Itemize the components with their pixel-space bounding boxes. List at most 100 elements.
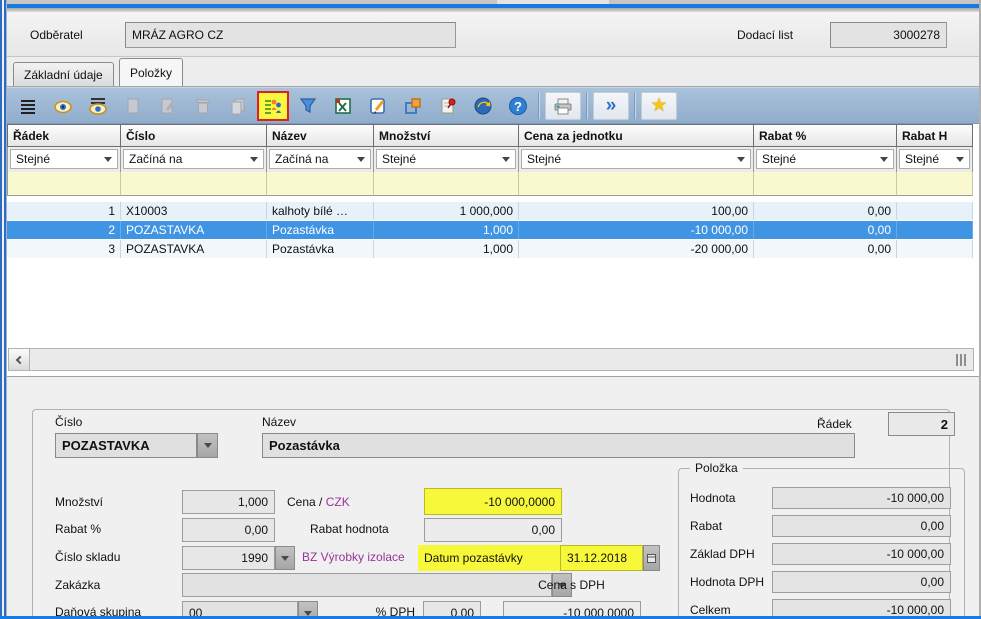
doc-number-field[interactable]: 3000278 bbox=[830, 22, 947, 48]
preview-eye-icon[interactable] bbox=[48, 92, 78, 120]
cell-rabat-h bbox=[897, 221, 973, 239]
tab-items[interactable]: Položky bbox=[119, 58, 183, 86]
list-view-icon[interactable] bbox=[13, 92, 43, 120]
preview-lines-eye-icon[interactable] bbox=[83, 92, 113, 120]
col-header[interactable]: Řádek bbox=[7, 124, 121, 147]
filter-operator-select[interactable]: Stejné bbox=[521, 149, 751, 169]
window-top-edge bbox=[0, 0, 981, 12]
cell-cena: -10 000,00 bbox=[519, 221, 754, 239]
more-actions-icon[interactable]: » bbox=[593, 92, 629, 120]
chevron-down-icon bbox=[880, 157, 888, 162]
cislo-skladu-field[interactable]: 1990 bbox=[182, 546, 275, 570]
customer-label: Odběratel bbox=[30, 28, 83, 42]
excel-export-icon[interactable] bbox=[328, 92, 358, 120]
cell-nazev: Pozastávka bbox=[267, 221, 374, 239]
celkem-label: Celkem bbox=[690, 603, 731, 617]
cislo-label: Číslo bbox=[55, 415, 82, 429]
radek-label: Řádek bbox=[817, 417, 852, 431]
filter-value-cell[interactable] bbox=[7, 172, 121, 196]
filter-operator-select[interactable]: Začíná na bbox=[269, 149, 371, 169]
rabat-pct-label: Rabat % bbox=[55, 522, 101, 536]
cell-cislo: POZASTAVKA bbox=[121, 221, 267, 239]
cislo-field[interactable]: POZASTAVKA bbox=[55, 433, 197, 458]
filter-operator-select[interactable]: Stejné bbox=[756, 149, 894, 169]
chevron-down-icon bbox=[250, 157, 258, 162]
print-icon[interactable] bbox=[545, 92, 581, 120]
customer-field[interactable]: MRÁZ AGRO CZ bbox=[125, 22, 456, 48]
scroll-left-icon bbox=[16, 355, 24, 363]
cell-mnozstvi: 1,000 bbox=[374, 221, 519, 239]
cena-field-highlighted[interactable]: -10 000,0000 bbox=[424, 488, 562, 515]
horizontal-scrollbar[interactable] bbox=[8, 348, 974, 371]
new-record-icon[interactable] bbox=[118, 92, 148, 120]
mnozstvi-field[interactable]: 1,000 bbox=[182, 490, 275, 514]
document-header: Odběratel MRÁZ AGRO CZ Dodací list 30002… bbox=[7, 12, 979, 57]
scroll-left-button[interactable] bbox=[9, 349, 30, 370]
grid-row-2-selected[interactable]: 2 POZASTAVKA Pozastávka 1,000 -10 000,00… bbox=[7, 221, 973, 240]
cell-nazev: Pozastávka bbox=[267, 240, 374, 258]
favorites-star-icon[interactable]: ★ bbox=[641, 92, 677, 120]
rabat-sum-field: 0,00 bbox=[772, 515, 951, 537]
filter-operator-select[interactable]: Stejné bbox=[899, 149, 970, 169]
cislo-dropdown-button[interactable] bbox=[197, 433, 218, 458]
cell-cislo: X10003 bbox=[121, 202, 267, 220]
datum-pozastavky-label: Datum pozastávky bbox=[418, 545, 560, 571]
edit-record-icon[interactable] bbox=[153, 92, 183, 120]
rabat-sum-label: Rabat bbox=[690, 519, 722, 533]
window-left-edge bbox=[0, 0, 7, 619]
toolbar-separator bbox=[586, 93, 588, 119]
grid-filter-value-row bbox=[7, 172, 973, 196]
col-header[interactable]: Název bbox=[267, 124, 374, 147]
col-header[interactable]: Rabat H bbox=[897, 124, 973, 147]
filter-value-cell[interactable] bbox=[519, 172, 754, 196]
filter-operator-select[interactable]: Stejné bbox=[376, 149, 516, 169]
filter-operator-select[interactable]: Začíná na bbox=[123, 149, 264, 169]
nazev-field[interactable]: Pozastávka bbox=[262, 433, 855, 458]
filter-value-cell[interactable] bbox=[897, 172, 973, 196]
rabat-pct-field[interactable]: 0,00 bbox=[182, 518, 275, 542]
select-columns-icon[interactable] bbox=[258, 92, 288, 120]
cell-radek: 2 bbox=[7, 221, 121, 239]
cena-s-dph-label: Cena s DPH bbox=[503, 578, 640, 592]
delivery-note-window: Odběratel MRÁZ AGRO CZ Dodací list 30002… bbox=[0, 0, 981, 619]
currency-label: CZK bbox=[326, 495, 350, 509]
tab-basic-data[interactable]: Základní údaje bbox=[13, 62, 114, 86]
items-grid: Řádek Číslo Název Množství Cena za jedno… bbox=[7, 124, 979, 376]
grid-row-3[interactable]: 3 POZASTAVKA Pozastávka 1,000 -20 000,00… bbox=[7, 240, 973, 259]
delete-record-icon[interactable] bbox=[188, 92, 218, 120]
cell-cislo: POZASTAVKA bbox=[121, 240, 267, 258]
rabat-hodnota-field[interactable]: 0,00 bbox=[424, 518, 562, 542]
cell-rabat: 0,00 bbox=[754, 221, 897, 239]
col-header[interactable]: Číslo bbox=[121, 124, 267, 147]
cislo-skladu-label: Číslo skladu bbox=[55, 550, 120, 564]
cell-cena: 100,00 bbox=[519, 202, 754, 220]
cell-radek: 1 bbox=[7, 202, 121, 220]
scrollbar-grip[interactable] bbox=[956, 354, 966, 366]
filter-value-cell[interactable] bbox=[374, 172, 519, 196]
filter-value-cell[interactable] bbox=[121, 172, 267, 196]
datum-pozastavky-field[interactable]: 31.12.2018 bbox=[560, 545, 643, 571]
cell-cena: -20 000,00 bbox=[519, 240, 754, 258]
filter-value-cell[interactable] bbox=[267, 172, 374, 196]
toolbar-separator bbox=[538, 93, 540, 119]
attach-document-icon[interactable] bbox=[433, 92, 463, 120]
cell-nazev: kalhoty bílé … bbox=[267, 202, 374, 220]
col-header[interactable]: Rabat % bbox=[754, 124, 897, 147]
filter-funnel-icon[interactable] bbox=[293, 92, 323, 120]
chevron-down-icon bbox=[502, 157, 510, 162]
calendar-button[interactable] bbox=[643, 545, 660, 571]
zaklad-dph-field: -10 000,00 bbox=[772, 543, 951, 565]
grid-row-1[interactable]: 1 X10003 kalhoty bílé … 1 000,000 100,00… bbox=[7, 202, 973, 221]
col-header[interactable]: Cena za jednotku bbox=[519, 124, 754, 147]
edit-note-icon[interactable] bbox=[363, 92, 393, 120]
refresh-icon[interactable] bbox=[468, 92, 498, 120]
col-header[interactable]: Množství bbox=[374, 124, 519, 147]
sklad-dropdown-button[interactable] bbox=[275, 546, 295, 570]
copy-record-icon[interactable] bbox=[223, 92, 253, 120]
doc-number-label: Dodací list bbox=[737, 28, 793, 42]
filter-operator-select[interactable]: Stejné bbox=[10, 149, 118, 169]
help-icon[interactable]: ? bbox=[503, 92, 533, 120]
zakazka-field[interactable] bbox=[182, 573, 552, 597]
filter-value-cell[interactable] bbox=[754, 172, 897, 196]
copy-special-icon[interactable] bbox=[398, 92, 428, 120]
